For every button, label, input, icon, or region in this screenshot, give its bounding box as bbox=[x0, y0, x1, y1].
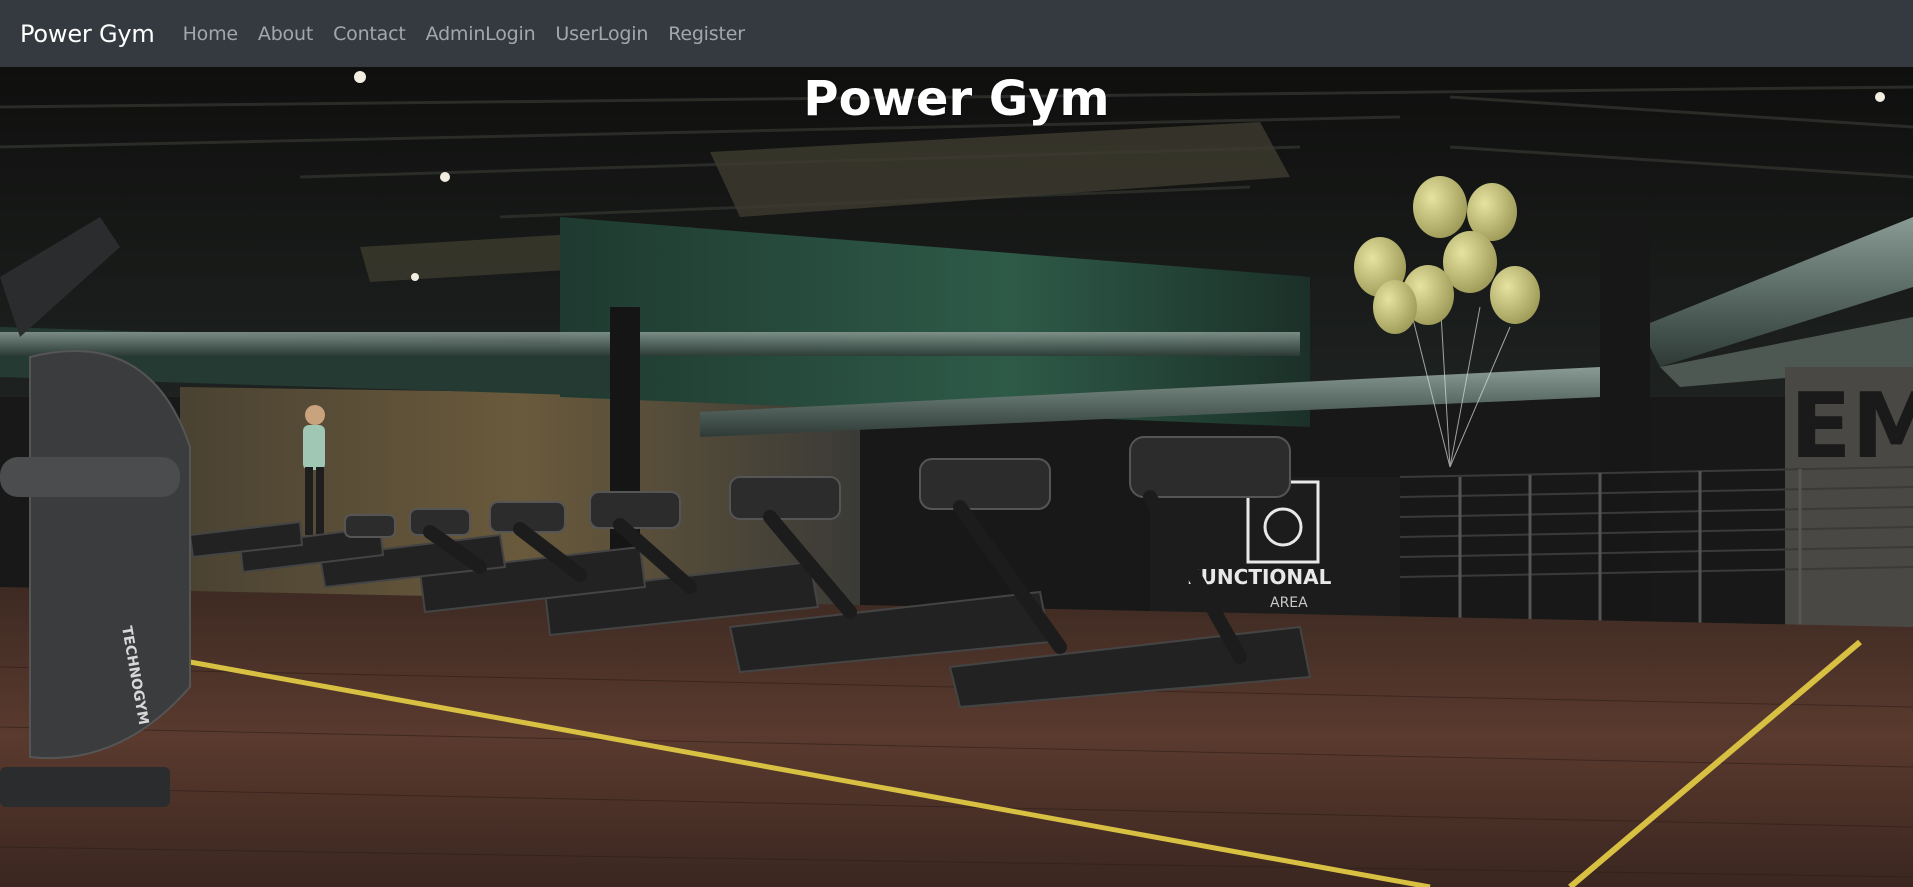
svg-text:EM: EM bbox=[1790, 374, 1913, 479]
nav-contact-link[interactable]: Contact bbox=[323, 23, 416, 45]
navbar: Power Gym Home About Contact AdminLogin … bbox=[0, 0, 1913, 67]
nav-register-link[interactable]: Register bbox=[658, 23, 755, 45]
hero-title: Power Gym bbox=[803, 71, 1110, 127]
nav-home-link[interactable]: Home bbox=[173, 23, 248, 45]
brand-link[interactable]: Power Gym bbox=[20, 20, 155, 48]
nav-userlogin-link[interactable]: UserLogin bbox=[545, 23, 658, 45]
svg-text:FUNCTIONAL: FUNCTIONAL bbox=[1187, 565, 1332, 589]
nav-links: Home About Contact AdminLogin UserLogin … bbox=[173, 23, 755, 45]
nav-about-link[interactable]: About bbox=[248, 23, 323, 45]
nav-adminlogin-link[interactable]: AdminLogin bbox=[416, 23, 546, 45]
duct bbox=[0, 332, 1300, 356]
svg-text:AREA: AREA bbox=[1270, 595, 1308, 611]
hero-section: Power Gym EM FUNCTIONAL AREA TECHNOGYM bbox=[0, 67, 1913, 887]
gym-photo: EM FUNCTIONAL AREA TECHNOGYM bbox=[0, 67, 1913, 887]
